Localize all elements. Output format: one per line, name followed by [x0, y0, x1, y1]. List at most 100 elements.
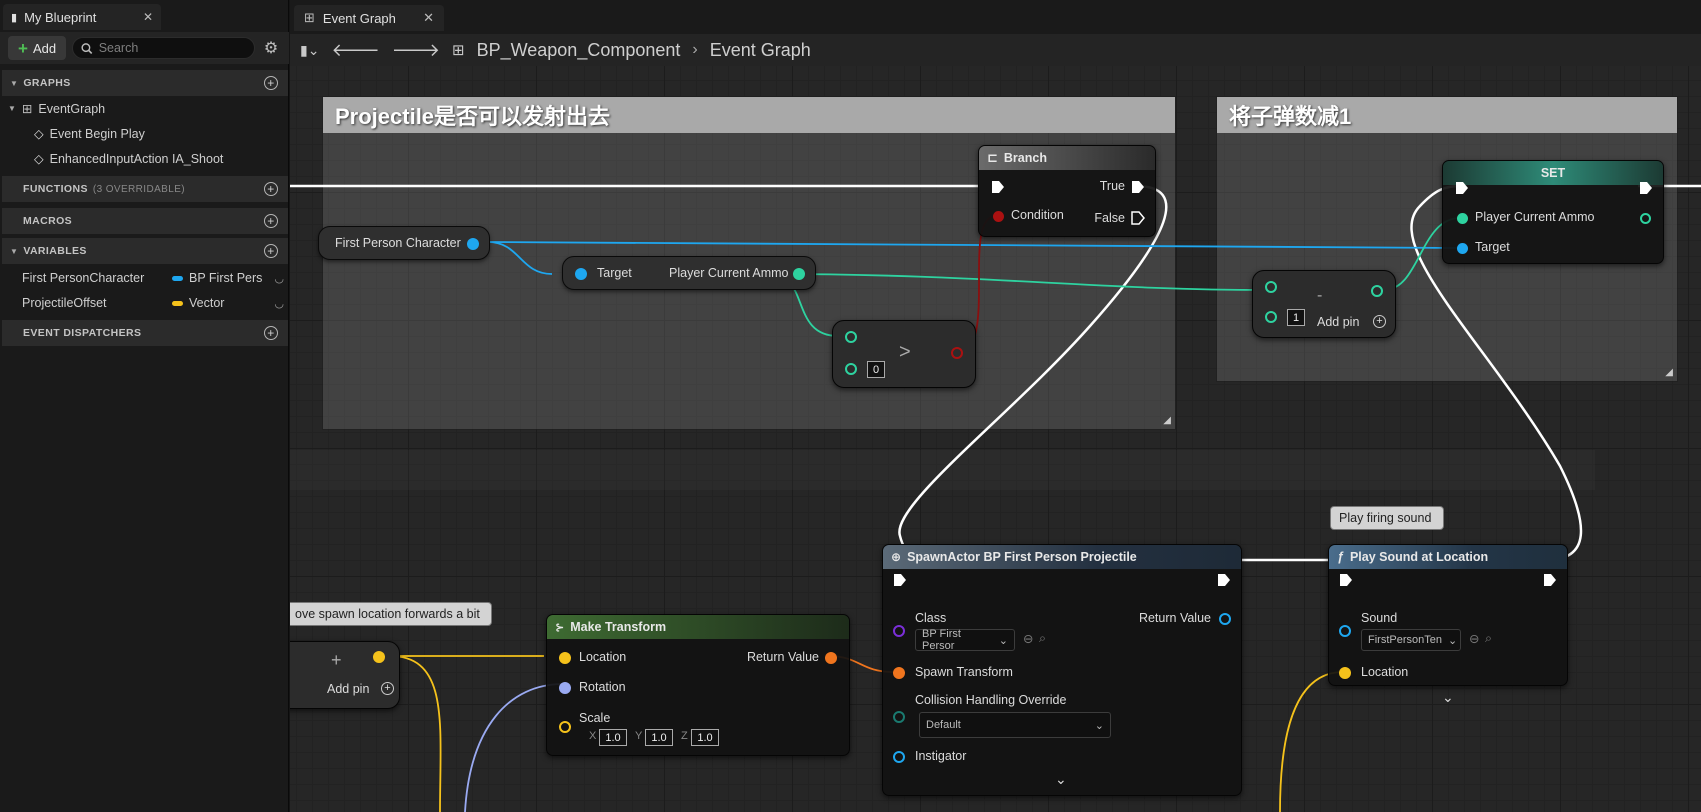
- tree-item-eventgraph[interactable]: ▼ ⊞ EventGraph: [8, 101, 105, 117]
- search-input[interactable]: [98, 41, 246, 55]
- sound-input-pin[interactable]: [1339, 625, 1351, 637]
- integer-input-pin-a[interactable]: [1265, 281, 1277, 293]
- comment-bubble-spawn[interactable]: ove spawn location forwards a bit: [290, 602, 492, 626]
- tab-event-graph[interactable]: ⊞ Event Graph ✕: [294, 5, 444, 31]
- scale-x-input[interactable]: 1.0: [599, 729, 627, 746]
- exec-output-pin[interactable]: [1543, 573, 1557, 587]
- tree-item-event-begin-play[interactable]: ◇ Event Begin Play: [34, 126, 145, 142]
- sound-dropdown[interactable]: FirstPersonTen ⌄: [1361, 629, 1461, 651]
- node-branch[interactable]: ⊏ Branch True Condition False: [978, 145, 1156, 237]
- exec-true-pin[interactable]: [1131, 180, 1145, 194]
- class-dropdown[interactable]: BP First Persor ⌄: [915, 628, 1015, 652]
- location-input-pin[interactable]: [559, 652, 571, 664]
- my-blueprint-panel: ▮ My Blueprint ✕ + Add ⚙ ▼ GRAPHS + ▼ ⊞ …: [0, 0, 289, 812]
- target-input-pin[interactable]: [575, 268, 587, 280]
- greater-value-input[interactable]: 0: [867, 361, 885, 378]
- eye-closed-icon[interactable]: ◡: [274, 272, 284, 285]
- add-button[interactable]: + Add: [8, 36, 67, 60]
- scale-z-input[interactable]: 1.0: [691, 729, 719, 746]
- collision-input-pin[interactable]: [893, 711, 905, 723]
- node-set-player-current-ammo[interactable]: SET Player Current Ammo Target: [1442, 160, 1664, 264]
- location-input-pin[interactable]: [1339, 667, 1351, 679]
- variable-row-projectile-offset[interactable]: ProjectileOffset Vector ◡: [22, 292, 284, 314]
- section-functions[interactable]: FUNCTIONS (3 OVERRIDABLE) +: [2, 176, 288, 202]
- add-macro-icon[interactable]: +: [264, 214, 278, 228]
- expand-chevron-icon[interactable]: ⌄: [1442, 689, 1458, 705]
- add-pin-label[interactable]: Add pin: [327, 682, 369, 696]
- node-first-person-character[interactable]: First Person Character: [318, 226, 490, 260]
- node-spawn-actor[interactable]: ⊕ SpawnActor BP First Person Projectile …: [882, 544, 1242, 796]
- transform-input-pin[interactable]: [893, 667, 905, 679]
- node-play-sound-at-location[interactable]: ƒ Play Sound at Location Sound FirstPers…: [1328, 544, 1568, 686]
- my-blueprint-tab[interactable]: ▮ My Blueprint ✕: [3, 4, 161, 30]
- integer-output-pin[interactable]: [793, 268, 805, 280]
- use-selected-arrow-icon[interactable]: ⊖: [1469, 631, 1479, 646]
- scale-input-pin[interactable]: [559, 721, 571, 733]
- add-function-icon[interactable]: +: [264, 182, 278, 196]
- comment-bubble-sound[interactable]: Play firing sound: [1330, 506, 1444, 530]
- integer-output-pin[interactable]: [1640, 213, 1651, 224]
- add-button-label: Add: [32, 40, 57, 56]
- exec-output-pin[interactable]: [1639, 181, 1653, 195]
- section-graphs[interactable]: ▼ GRAPHS +: [2, 70, 288, 96]
- graph-canvas[interactable]: Projectile是否可以发射出去 ◢ 将子弹数减1 ◢ First Pers…: [290, 66, 1701, 812]
- tree-item-ia-shoot[interactable]: ◇ EnhancedInputAction IA_Shoot: [34, 151, 223, 167]
- browse-search-icon[interactable]: ⌕: [1039, 631, 1046, 646]
- axis-label-z: Z: [681, 730, 688, 742]
- section-event-dispatchers[interactable]: EVENT DISPATCHERS +: [2, 320, 288, 346]
- instigator-input-pin[interactable]: [893, 751, 905, 763]
- node-vector-add[interactable]: + Add pin +: [290, 641, 400, 709]
- exec-input-pin[interactable]: [1455, 181, 1469, 195]
- breadcrumb-blueprint[interactable]: BP_Weapon_Component: [477, 40, 681, 61]
- use-selected-arrow-icon[interactable]: ⊖: [1023, 631, 1033, 646]
- object-output-pin[interactable]: [1219, 613, 1231, 625]
- integer-output-pin[interactable]: [1371, 285, 1383, 297]
- close-icon[interactable]: ✕: [423, 10, 434, 26]
- exec-input-pin[interactable]: [991, 180, 1005, 194]
- boolean-output-pin[interactable]: [951, 347, 963, 359]
- scale-y-input[interactable]: 1.0: [645, 729, 673, 746]
- browse-search-icon[interactable]: ⌕: [1485, 631, 1492, 646]
- rotation-input-pin[interactable]: [559, 682, 571, 694]
- object-output-pin[interactable]: [467, 238, 479, 250]
- integer-input-pin-a[interactable]: [845, 331, 857, 343]
- add-pin-icon[interactable]: +: [1373, 315, 1386, 328]
- pin-label-player-current-ammo: Player Current Ammo: [669, 266, 789, 280]
- add-pin-label[interactable]: Add pin: [1317, 315, 1359, 329]
- exec-false-pin[interactable]: [1131, 211, 1145, 225]
- breadcrumb-graph[interactable]: Event Graph: [710, 40, 811, 61]
- add-pin-icon[interactable]: +: [381, 682, 394, 695]
- section-dispatchers-label: EVENT DISPATCHERS: [23, 327, 142, 339]
- integer-input-pin[interactable]: [1457, 213, 1468, 224]
- node-make-transform[interactable]: ⊱ Make Transform Location Return Value R…: [546, 614, 850, 756]
- collision-dropdown[interactable]: Default ⌄: [919, 712, 1111, 738]
- class-input-pin[interactable]: [893, 625, 905, 637]
- node-greater-than[interactable]: 0 >: [832, 320, 976, 388]
- exec-input-pin[interactable]: [1339, 573, 1353, 587]
- section-variables[interactable]: ▼ VARIABLES +: [2, 238, 288, 264]
- section-macros[interactable]: MACROS +: [2, 208, 288, 234]
- subtract-value-input[interactable]: 1: [1287, 309, 1305, 326]
- condition-input-pin[interactable]: [993, 211, 1004, 222]
- integer-input-pin-b[interactable]: [1265, 311, 1277, 323]
- gear-icon[interactable]: ⚙: [261, 38, 281, 58]
- eye-closed-icon[interactable]: ◡: [274, 297, 284, 310]
- axis-label-y: Y: [635, 730, 643, 742]
- close-icon[interactable]: ✕: [143, 10, 153, 24]
- add-variable-icon[interactable]: +: [264, 244, 278, 258]
- node-subtract[interactable]: 1 - Add pin +: [1252, 270, 1396, 338]
- exec-input-pin[interactable]: [893, 573, 907, 587]
- forward-arrow-icon[interactable]: 🡒: [392, 40, 440, 61]
- target-input-pin[interactable]: [1457, 243, 1468, 254]
- vector-output-pin[interactable]: [373, 651, 385, 663]
- add-graph-icon[interactable]: +: [264, 76, 278, 90]
- exec-output-pin[interactable]: [1217, 573, 1231, 587]
- expand-chevron-icon[interactable]: ⌄: [1055, 771, 1067, 788]
- add-dispatcher-icon[interactable]: +: [264, 326, 278, 340]
- bookmark-icon[interactable]: ▮⌄: [300, 42, 319, 59]
- transform-output-pin[interactable]: [825, 652, 837, 664]
- integer-input-pin-b[interactable]: [845, 363, 857, 375]
- node-get-player-current-ammo[interactable]: Target Player Current Ammo: [562, 256, 816, 290]
- variable-row-first-person-character[interactable]: First PersonCharacter BP First Pers ◡: [22, 267, 284, 289]
- back-arrow-icon[interactable]: 🡐: [331, 40, 379, 61]
